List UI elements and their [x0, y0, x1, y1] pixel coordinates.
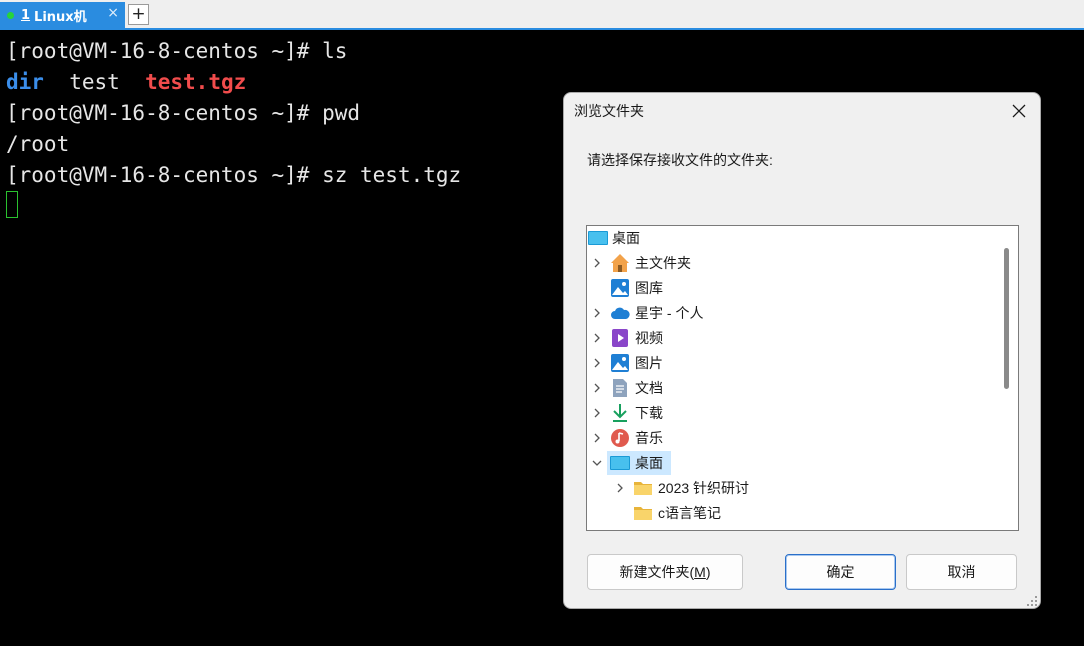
- new-tab-button[interactable]: +: [128, 4, 149, 25]
- tree-item-documents[interactable]: 文档: [587, 376, 996, 400]
- desktop-icon: [610, 453, 630, 473]
- ok-button[interactable]: 确定: [785, 554, 896, 590]
- shell-prompt: [root@VM-16-8-centos ~]#: [6, 101, 310, 125]
- chevron-down-icon[interactable]: [590, 451, 604, 475]
- tab-linux-session[interactable]: 1 Linux机 ×: [0, 2, 125, 28]
- ls-entry-archive: test.tgz: [145, 70, 247, 94]
- chevron-right-icon[interactable]: [590, 401, 604, 425]
- shell-command: pwd: [309, 101, 361, 125]
- tree-item-label: c语言笔记: [658, 505, 721, 521]
- tab-title: Linux机: [34, 9, 87, 25]
- desktop-icon: [588, 228, 608, 248]
- tree-item-label: 视频: [635, 330, 663, 346]
- chevron-right-icon[interactable]: [590, 301, 604, 325]
- documents-icon: [610, 378, 630, 398]
- tree-item-label: 图库: [635, 280, 663, 296]
- tree-item-desktop[interactable]: 桌面: [607, 451, 671, 475]
- tree-item-videos[interactable]: 视频: [587, 326, 996, 350]
- terminal-line: [root@VM-16-8-centos ~]# sz test.tgz: [6, 160, 461, 191]
- ls-entry-directory: dir: [6, 70, 44, 94]
- terminal-line: [root@VM-16-8-centos ~]# ls: [6, 36, 347, 67]
- dialog-prompt: 请选择保存接收文件的文件夹:: [587, 152, 773, 168]
- chevron-right-icon[interactable]: [590, 351, 604, 375]
- new-folder-accesskey: M: [694, 564, 706, 580]
- chevron-right-icon[interactable]: [590, 426, 604, 450]
- tree-item-home[interactable]: 主文件夹: [587, 251, 996, 275]
- new-folder-label: 新建文件夹(: [619, 564, 695, 580]
- chevron-right-icon[interactable]: [590, 376, 604, 400]
- shell-prompt: [root@VM-16-8-centos ~]#: [6, 163, 310, 187]
- terminal-cursor: [6, 191, 18, 218]
- new-folder-label-end: ): [705, 564, 711, 580]
- shell-command: ls: [309, 39, 348, 63]
- tree-scrollbar[interactable]: [997, 226, 1018, 530]
- tree-item-knitting-2023[interactable]: 2023 针织研讨: [587, 476, 996, 500]
- videos-icon: [610, 328, 630, 348]
- folder-icon: [633, 503, 653, 523]
- chevron-right-icon[interactable]: [590, 326, 604, 350]
- command-output: /root: [6, 132, 70, 156]
- ls-entry-file: test: [69, 70, 120, 94]
- tree-item-music[interactable]: 音乐: [587, 426, 996, 450]
- tree-item-pictures[interactable]: 图片: [587, 351, 996, 375]
- dialog-title: 浏览文件夹: [574, 103, 644, 119]
- cancel-button[interactable]: 取消: [906, 554, 1017, 590]
- tree-item-label: 主文件夹: [635, 255, 691, 271]
- terminal-line: /root: [6, 129, 69, 160]
- tree-item-gallery[interactable]: 图库: [587, 276, 996, 300]
- dialog-close-icon[interactable]: [1004, 97, 1034, 125]
- new-folder-button[interactable]: 新建文件夹(M): [587, 554, 743, 590]
- tree-item-desktop-root[interactable]: 桌面: [587, 226, 996, 250]
- home-icon: [610, 253, 630, 273]
- pictures-icon: [610, 353, 630, 373]
- tree-item-c-notes[interactable]: c语言笔记: [587, 501, 996, 525]
- terminal-line: dir test test.tgz: [6, 67, 246, 98]
- tree-item-label: 图片: [635, 355, 663, 371]
- tree-item-onedrive[interactable]: 星宇 - 个人: [587, 301, 996, 325]
- tree-item-label: 星宇 - 个人: [635, 305, 704, 321]
- resize-grip-icon[interactable]: [1026, 594, 1038, 606]
- connection-status-dot: [7, 11, 14, 19]
- tree-item-label: 桌面: [635, 455, 663, 471]
- tree-item-downloads[interactable]: 下载: [587, 401, 996, 425]
- scrollbar-thumb[interactable]: [1004, 248, 1009, 389]
- tab-close-icon[interactable]: ×: [107, 5, 119, 21]
- downloads-icon: [610, 403, 630, 423]
- tree-item-label: 下载: [635, 405, 663, 421]
- terminal-line: [root@VM-16-8-centos ~]# pwd: [6, 98, 360, 129]
- chevron-right-icon[interactable]: [590, 251, 604, 275]
- tab-bar: 1 Linux机 × +: [0, 0, 1084, 30]
- music-icon: [610, 428, 630, 448]
- tab-number: 1: [21, 7, 31, 23]
- onedrive-cloud-icon: [610, 303, 630, 323]
- shell-command: sz test.tgz: [309, 163, 462, 187]
- shell-prompt: [root@VM-16-8-centos ~]#: [6, 39, 310, 63]
- browse-folder-dialog: 浏览文件夹 请选择保存接收文件的文件夹: 桌面 主文件夹 图库 星宇 - 个人 …: [563, 92, 1041, 609]
- tree-item-label: 2023 针织研讨: [658, 480, 750, 496]
- gallery-icon: [610, 278, 630, 298]
- tree-item-label: 桌面: [612, 230, 640, 246]
- folder-tree[interactable]: 桌面 主文件夹 图库 星宇 - 个人 视频 图片 文档 下载 音乐 桌面 202…: [586, 225, 1019, 531]
- tree-item-label: 音乐: [635, 430, 663, 446]
- chevron-right-icon[interactable]: [613, 476, 627, 500]
- tree-item-label: 文档: [635, 380, 663, 396]
- folder-icon: [633, 478, 653, 498]
